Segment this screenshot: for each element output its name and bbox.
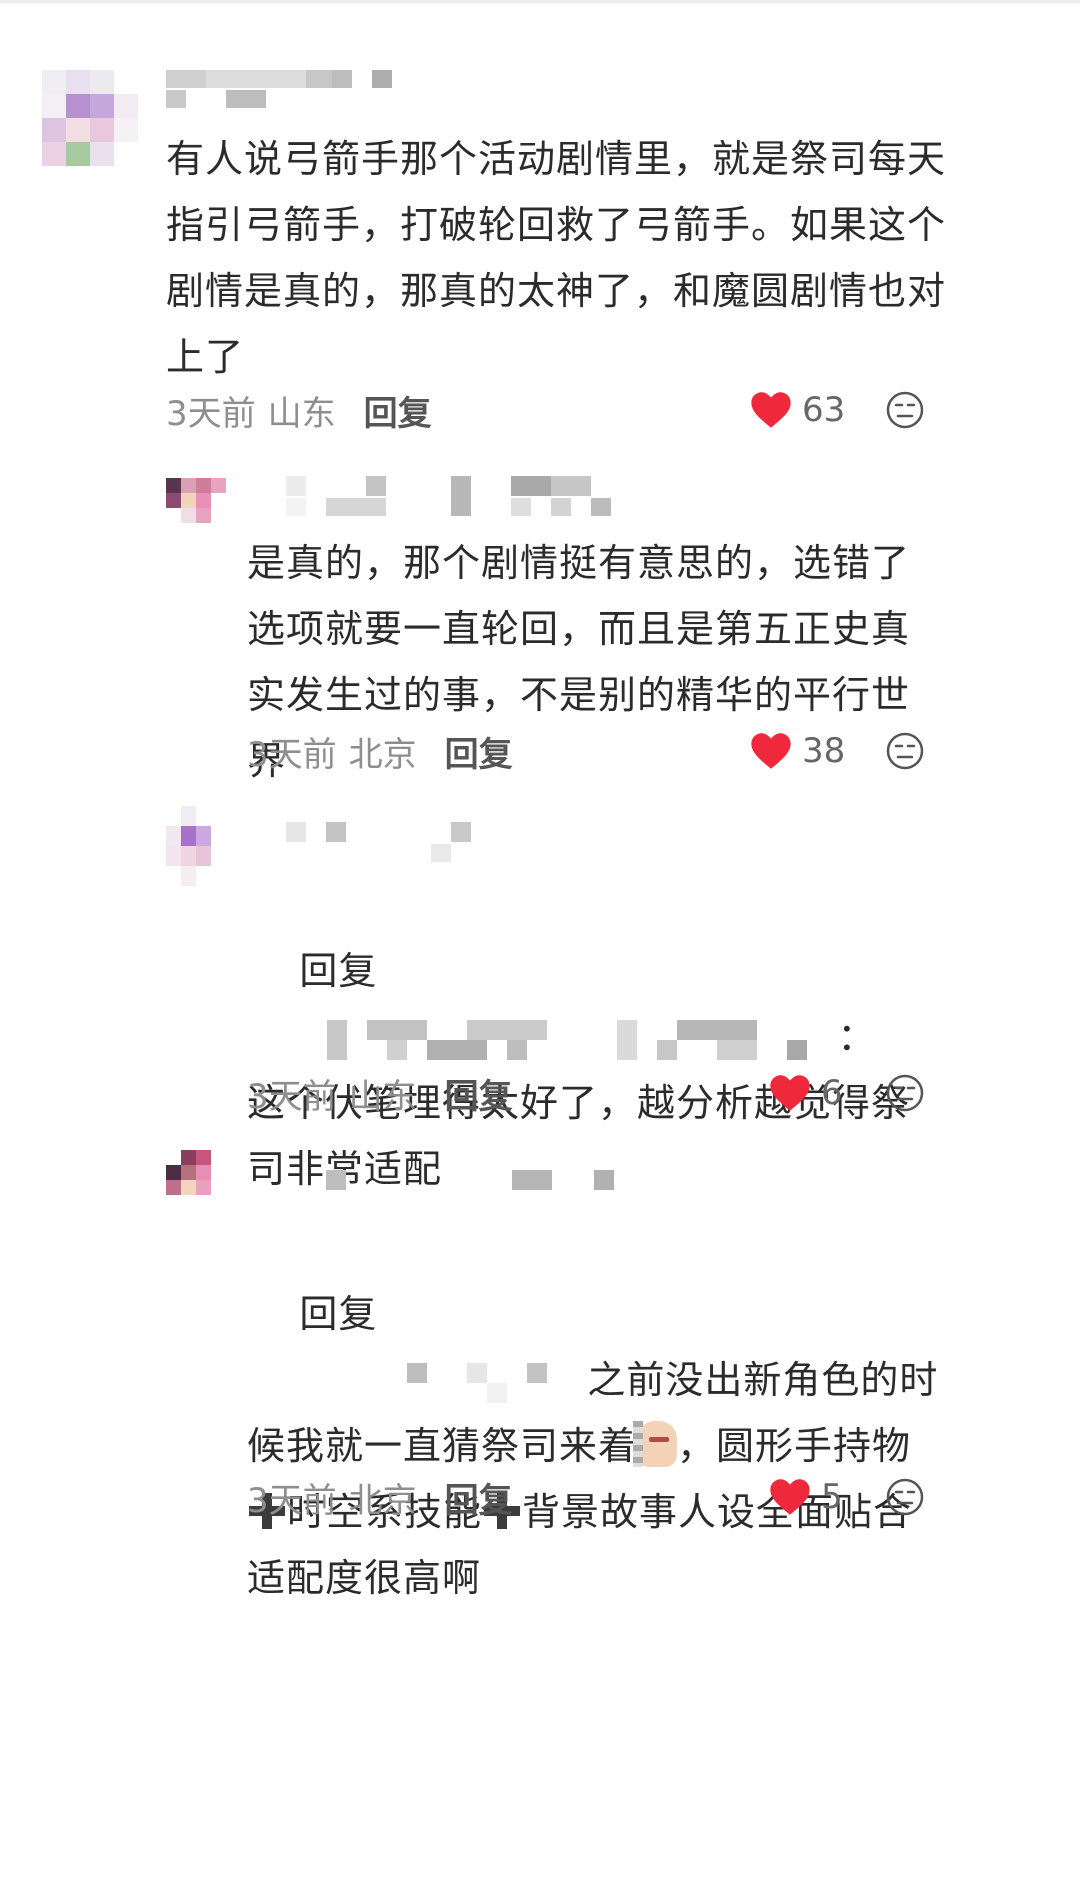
avatar[interactable] bbox=[166, 806, 226, 886]
reply-button[interactable]: 回复 bbox=[445, 1069, 513, 1118]
reply-prefix: 回复 bbox=[299, 949, 378, 993]
like-count: 38 bbox=[802, 731, 846, 771]
location: 山东 bbox=[348, 1076, 417, 1117]
avatar[interactable] bbox=[42, 70, 138, 166]
like-button[interactable]: 38 bbox=[750, 726, 845, 776]
timestamp: 3天前 bbox=[247, 734, 337, 775]
meh-face-icon[interactable] bbox=[885, 390, 925, 430]
reply-button[interactable]: 回复 bbox=[445, 727, 513, 776]
reply-prefix: 回复 bbox=[299, 1292, 378, 1336]
timestamp: 3天前 bbox=[166, 393, 256, 434]
meh-face-icon[interactable] bbox=[885, 1477, 925, 1517]
comment-body-part2: ，圆形手持物 bbox=[677, 1424, 912, 1468]
comment-meta: 3天前 山东 回复 bbox=[247, 1068, 513, 1118]
avatar[interactable] bbox=[166, 1150, 226, 1210]
timestamp: 3天前 bbox=[247, 1076, 337, 1117]
comment-text: 回复 之前没出新角色的时候我就一直猜祭司来着 ，圆形手持物 时空系技能 背景故事人设全… bbox=[247, 1215, 947, 1677]
reply-button[interactable]: 回复 bbox=[445, 1473, 513, 1522]
comment-meta: 3天前 北京 回复 bbox=[247, 726, 513, 776]
reply-button[interactable]: 回复 bbox=[364, 386, 432, 435]
top-divider bbox=[0, 0, 1080, 3]
comment-meta: 3天前 山东 回复 bbox=[166, 385, 432, 435]
avatar[interactable] bbox=[166, 478, 226, 538]
meh-face-icon[interactable] bbox=[885, 1073, 925, 1113]
timestamp: 3天前 bbox=[247, 1480, 337, 1521]
heart-icon bbox=[770, 1479, 810, 1515]
like-button[interactable]: 5 bbox=[769, 1472, 843, 1522]
location: 北京 bbox=[348, 734, 417, 775]
mention-username[interactable] bbox=[317, 1019, 837, 1060]
like-count: 6 bbox=[821, 1073, 843, 1113]
like-button[interactable]: 63 bbox=[750, 385, 845, 435]
comment-meta: 3天前 北京 回复 bbox=[247, 1472, 513, 1522]
like-count: 5 bbox=[821, 1477, 843, 1517]
heart-icon bbox=[751, 392, 791, 428]
peeking-face-sticker-icon bbox=[633, 1421, 678, 1467]
location: 山东 bbox=[267, 393, 336, 434]
location: 北京 bbox=[348, 1480, 417, 1521]
comment-text: 有人说弓箭手那个活动剧情里，就是祭司每天指引弓箭手，打破轮回救了弓箭手。如果这个… bbox=[166, 137, 947, 379]
mention-username[interactable] bbox=[317, 1362, 587, 1403]
meh-face-icon[interactable] bbox=[885, 731, 925, 771]
like-button[interactable]: 6 bbox=[769, 1068, 843, 1118]
heart-icon bbox=[770, 1075, 810, 1111]
username[interactable] bbox=[286, 476, 626, 536]
heart-icon bbox=[751, 733, 791, 769]
like-count: 63 bbox=[802, 390, 846, 430]
colon: ： bbox=[837, 1015, 877, 1059]
username[interactable] bbox=[166, 68, 396, 128]
